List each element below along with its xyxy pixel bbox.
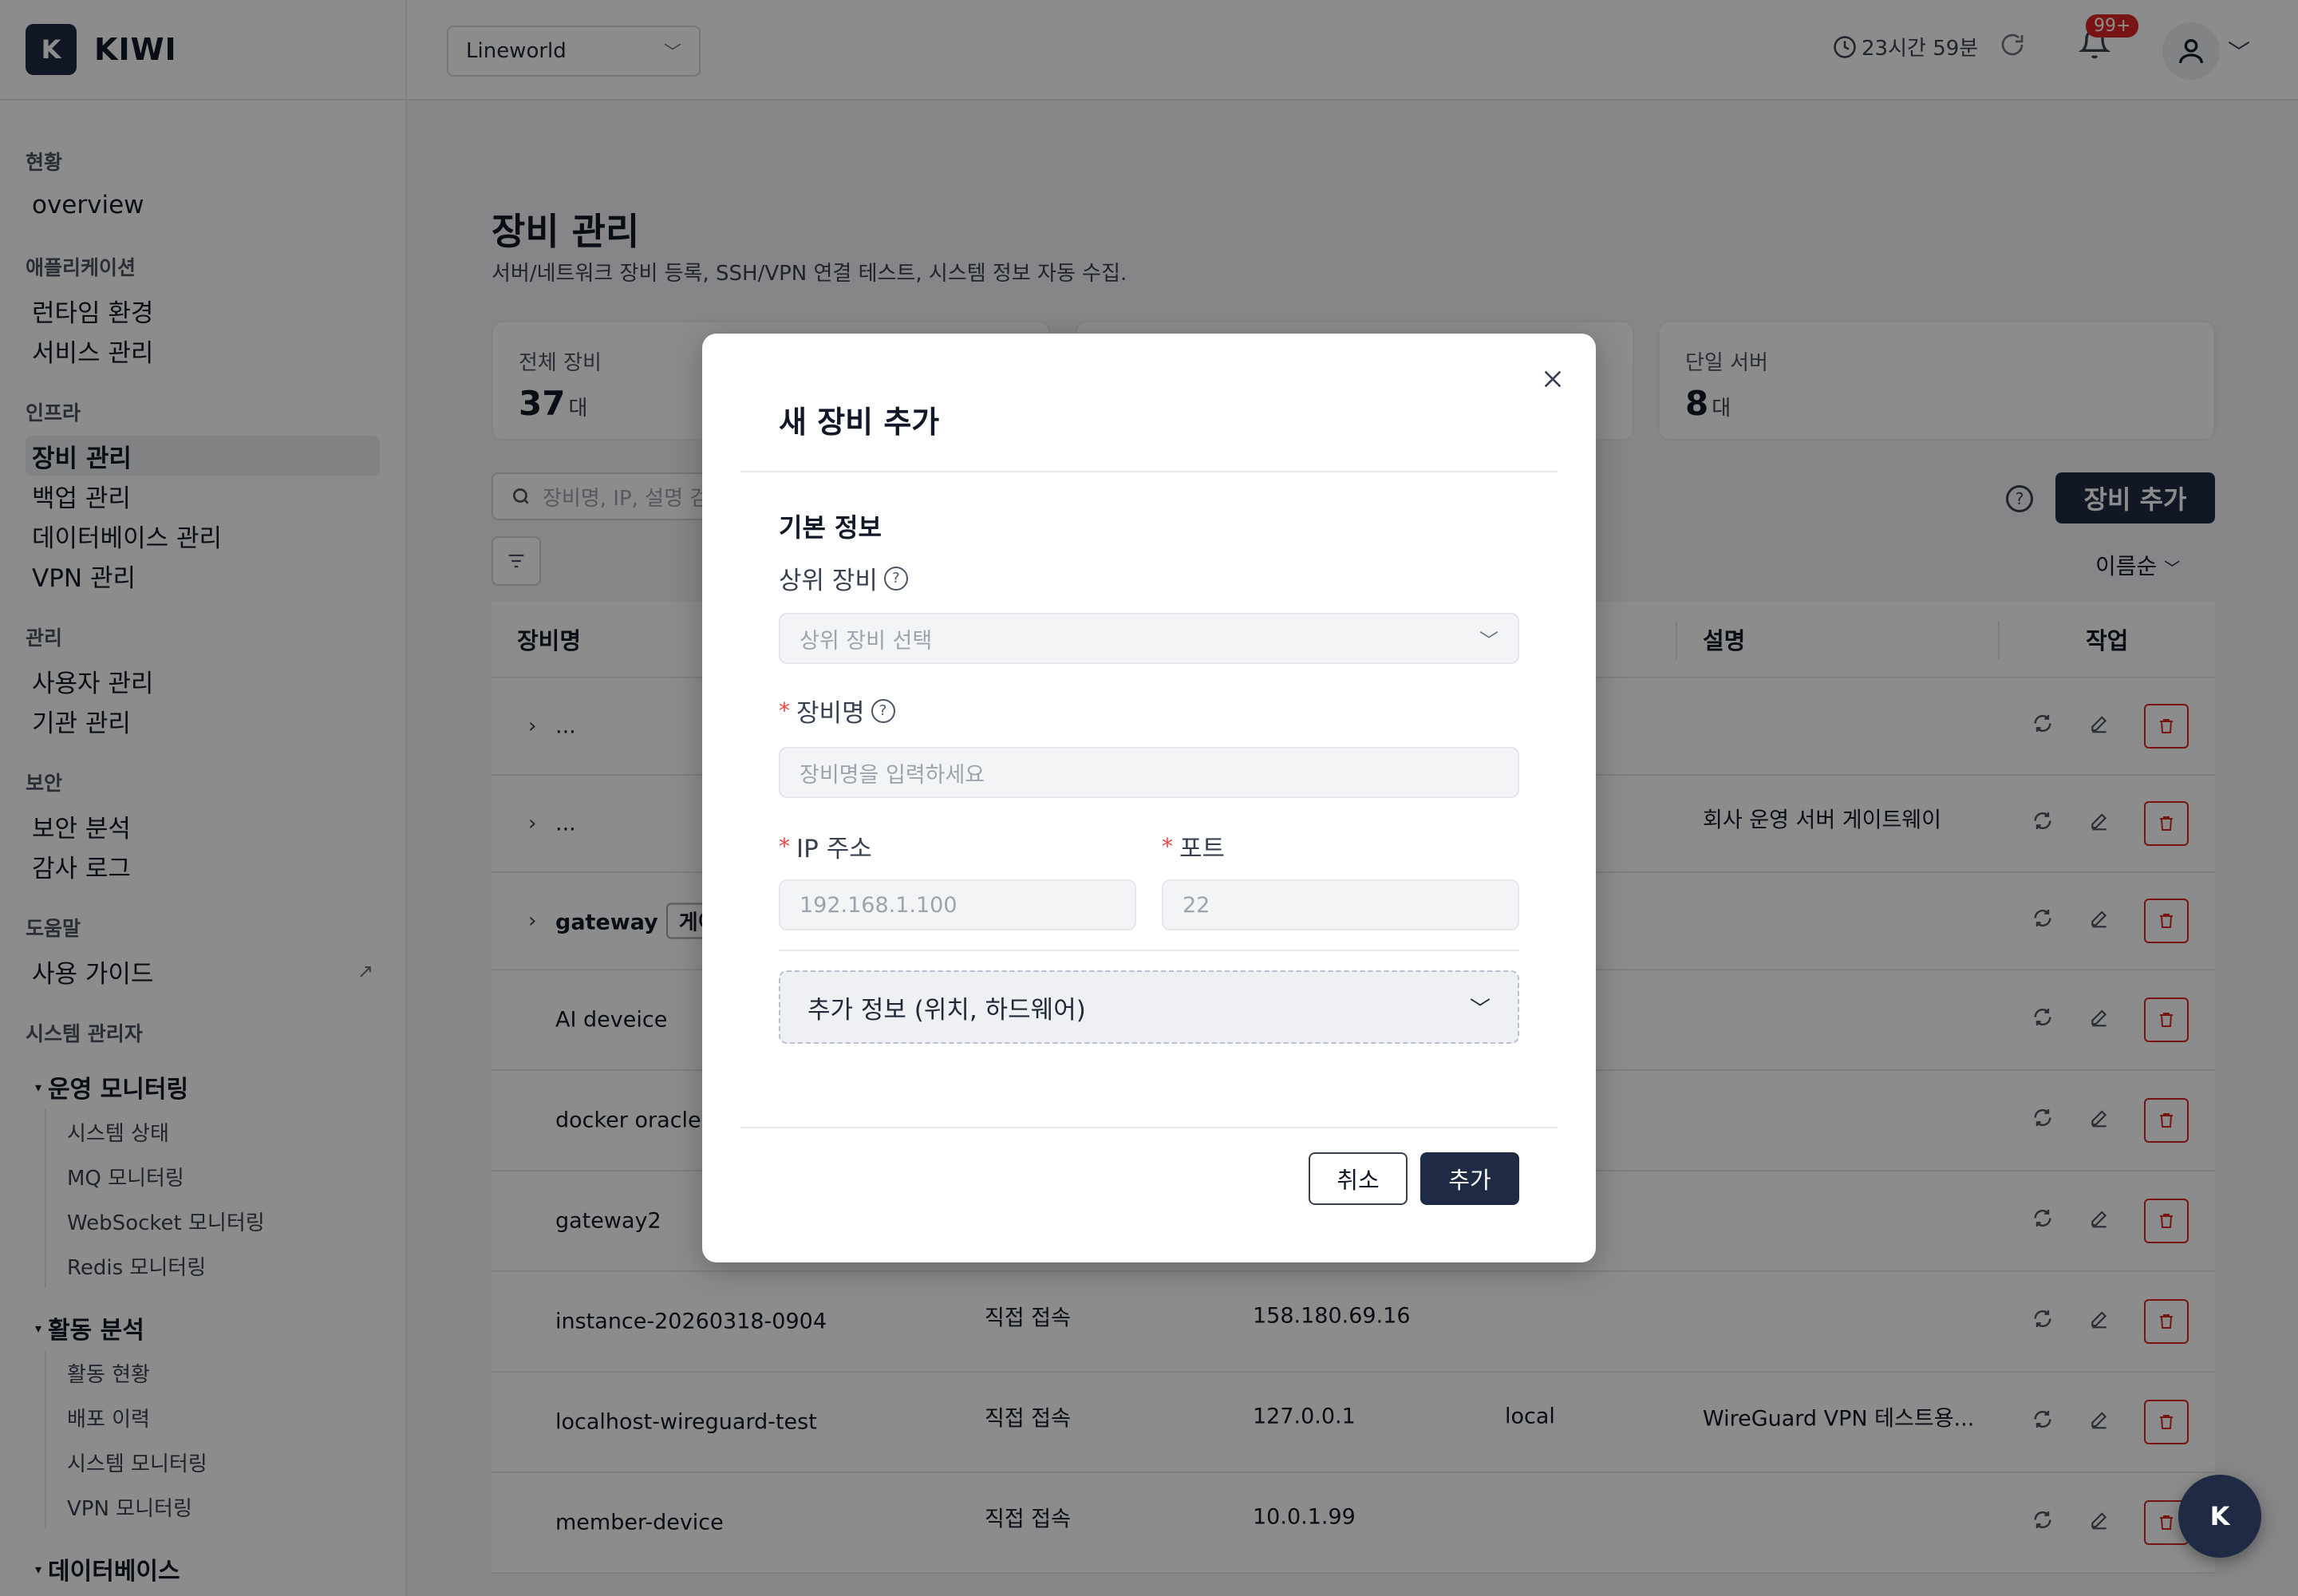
chevron-down-icon: ﹀ (1479, 629, 1498, 652)
submit-button[interactable]: 추가 (1420, 1152, 1519, 1205)
chevron-down-icon: ﹀ (1469, 997, 1491, 1021)
extra-info-toggle[interactable]: 추가 정보 (위치, 하드웨어) ﹀ (779, 970, 1519, 1044)
divider (779, 950, 1519, 951)
ip-address-field[interactable]: 192.168.1.100 (779, 879, 1136, 930)
help-icon[interactable]: ? (871, 698, 895, 723)
modal-title: 새 장비 추가 (779, 405, 940, 440)
port-label: * 포트 (1162, 833, 1226, 863)
add-device-modal: 새 장비 추가 기본 정보 상위 장비 ? 상위 장비 선택 ﹀ * 장비명 ?… (702, 334, 1596, 1262)
device-name-field[interactable]: 장비명을 입력하세요 (779, 747, 1519, 798)
cancel-button[interactable]: 취소 (1309, 1152, 1408, 1205)
section-title: 기본 정보 (779, 512, 882, 543)
divider (740, 471, 1558, 472)
help-icon[interactable]: ? (883, 566, 908, 591)
parent-device-label: 상위 장비 ? (779, 560, 908, 596)
device-name-label: * 장비명 ? (779, 693, 895, 729)
divider (740, 1127, 1558, 1128)
ip-address-label: * IP 주소 (779, 833, 872, 863)
parent-device-select[interactable]: 상위 장비 선택 ﹀ (779, 613, 1519, 664)
close-icon[interactable] (1540, 364, 1566, 399)
assistant-fab[interactable]: K (2178, 1475, 2261, 1558)
port-field[interactable]: 22 (1162, 879, 1519, 930)
